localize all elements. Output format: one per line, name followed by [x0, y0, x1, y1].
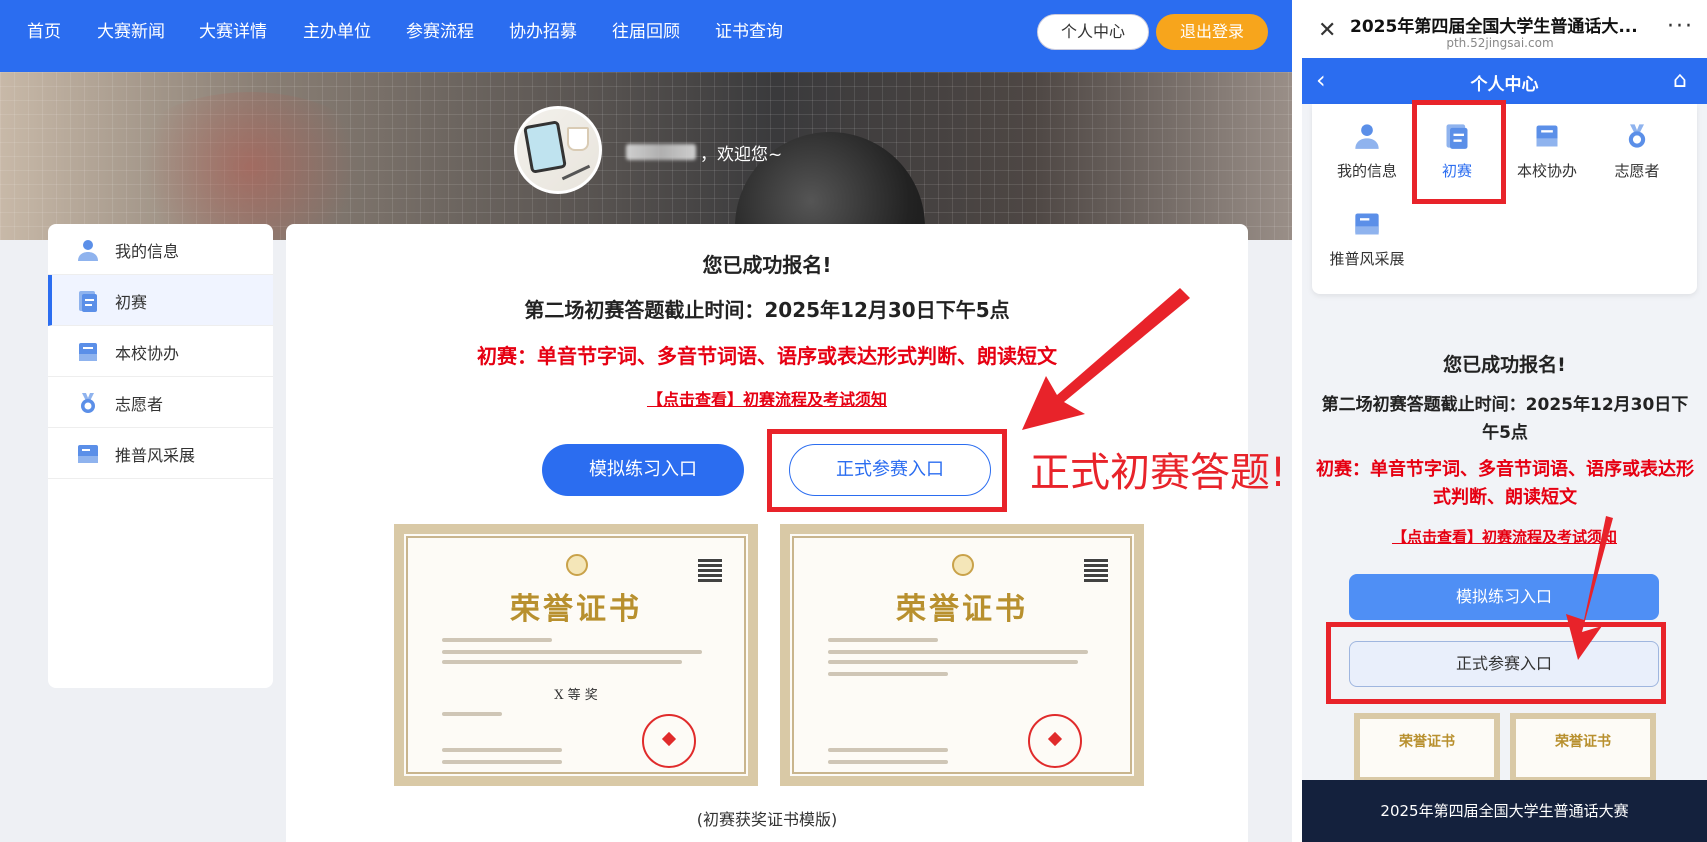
medal-icon	[81, 393, 95, 413]
certificate-sample: 荣誉证书	[780, 524, 1144, 786]
document-icon	[79, 291, 97, 312]
qr-code	[698, 558, 722, 582]
sidebar: 我的信息 初赛 本校协办 志愿者 推普风采展	[48, 224, 273, 688]
emblem-icon	[952, 554, 974, 576]
sidebar-item-cooperation[interactable]: 本校协办	[48, 326, 273, 377]
mobile-certificate-sample: 荣誉证书	[1510, 713, 1656, 783]
nav-details[interactable]: 大赛详情	[199, 0, 267, 64]
close-icon[interactable]: ✕	[1318, 18, 1336, 43]
practice-entry-button[interactable]: 模拟练习入口	[542, 444, 744, 496]
certificate-title: 荣誉证书	[1555, 734, 1611, 750]
certificate-caption: (初赛获奖证书模版)	[696, 810, 838, 829]
mobile-menu-label: 本校协办	[1516, 162, 1577, 180]
page-url: pth.52jingsai.com	[1446, 36, 1554, 50]
more-icon[interactable]: ···	[1667, 14, 1694, 39]
showcase-icon	[1355, 213, 1379, 235]
mobile-menu-label: 我的信息	[1336, 162, 1397, 180]
mobile-practice-entry-button[interactable]: 模拟练习入口	[1349, 574, 1659, 620]
sidebar-item-label: 我的信息	[115, 242, 180, 261]
annotation-highlight-box	[1412, 100, 1506, 204]
logout-button[interactable]: 退出登录	[1156, 14, 1268, 50]
personal-center-button[interactable]: 个人中心	[1037, 14, 1149, 50]
mobile-registration-success-text: 您已成功报名!	[1443, 354, 1566, 376]
sidebar-item-label: 推普风采展	[115, 446, 196, 465]
certificate-title: 荣誉证书	[896, 592, 1028, 627]
mobile-header-title: 个人中心	[1470, 75, 1539, 95]
mobile-certificate-sample: 荣誉证书	[1354, 713, 1500, 783]
annotation-text: 正式初赛答题!	[1030, 450, 1287, 496]
main-content: 您已成功报名! 第二场初赛答题截止时间：2025年12月30日下午5点 初赛：单…	[286, 224, 1248, 842]
sidebar-item-label: 初赛	[115, 293, 148, 312]
sidebar-item-label: 本校协办	[115, 344, 180, 363]
banner-decoration	[120, 92, 380, 240]
sidebar-item-label: 志愿者	[115, 395, 164, 414]
welcome-text: ，欢迎您~	[700, 145, 783, 165]
annotation-highlight-box	[1326, 622, 1666, 704]
mobile-header: ‹ 个人中心 ⌂	[1302, 58, 1707, 104]
qr-code	[1084, 558, 1108, 582]
nav-review[interactable]: 往届回顾	[612, 0, 680, 64]
nav-organizers[interactable]: 主办单位	[303, 0, 371, 64]
top-navigation: 首页 大赛新闻 大赛详情 主办单位 参赛流程 协办招募 往届回顾 证书查询 个人…	[0, 0, 1292, 72]
home-icon[interactable]: ⌂	[1673, 68, 1687, 93]
mobile-deadline-text: 第二场初赛答题截止时间：2025年12月30日下午5点	[1321, 395, 1689, 443]
medal-icon	[1628, 124, 1646, 148]
showcase-icon	[78, 445, 98, 463]
nav-process[interactable]: 参赛流程	[406, 0, 474, 64]
mobile-menu-label: 推普风采展	[1329, 250, 1405, 268]
username-blurred	[626, 144, 696, 160]
avatar	[514, 106, 602, 194]
registration-success-text: 您已成功报名!	[702, 253, 832, 277]
nav-home[interactable]: 首页	[27, 0, 61, 64]
process-guide-link[interactable]: 【点击查看】初赛流程及考试须知	[286, 386, 1248, 410]
mobile-menu-label: 志愿者	[1614, 162, 1660, 180]
certificate-sample: 荣誉证书 X 等 奖	[394, 524, 758, 786]
page-title: 2025年第四届全国大学生普通话大...	[1350, 17, 1638, 37]
user-icon	[1355, 124, 1379, 149]
sidebar-item-volunteer[interactable]: 志愿者	[48, 377, 273, 428]
mobile-footer: 2025年第四届全国大学生普通话大赛	[1302, 780, 1707, 842]
annotation-highlight-box	[767, 429, 1007, 512]
sidebar-item-my-info[interactable]: 我的信息	[48, 224, 273, 275]
mobile-menu-my-info[interactable]: 我的信息	[1322, 104, 1412, 184]
deadline-text: 第二场初赛答题截止时间：2025年12月30日下午5点	[524, 298, 1010, 322]
mobile-process-guide-link[interactable]: 【点击查看】初赛流程及考试须知	[1302, 526, 1707, 547]
user-icon	[78, 240, 98, 261]
certificate-award: X 等 奖	[554, 688, 598, 703]
preliminary-content-text: 初赛：单音节字词、多音节词语、语序或表达形式判断、朗读短文	[477, 344, 1057, 368]
official-stamp	[642, 714, 696, 768]
nav-certificate-query[interactable]: 证书查询	[715, 0, 783, 64]
desktop-view: 首页 大赛新闻 大赛详情 主办单位 参赛流程 协办招募 往届回顾 证书查询 个人…	[0, 0, 1292, 842]
nav-recruitment[interactable]: 协办招募	[509, 0, 577, 64]
certificate-title: 荣誉证书	[510, 592, 642, 627]
nav-news[interactable]: 大赛新闻	[97, 0, 165, 64]
mobile-menu-showcase[interactable]: 推普风采展	[1322, 192, 1412, 272]
cooperation-icon	[1536, 125, 1558, 147]
mobile-preliminary-content-text: 初赛：单音节字词、多音节词语、语序或表达形式判断、朗读短文	[1316, 459, 1694, 508]
sidebar-item-preliminary[interactable]: 初赛	[48, 275, 273, 326]
sidebar-item-showcase[interactable]: 推普风采展	[48, 428, 273, 479]
certificate-title: 荣誉证书	[1399, 734, 1455, 750]
mobile-menu-cooperation[interactable]: 本校协办	[1502, 104, 1592, 184]
emblem-icon	[566, 554, 588, 576]
mobile-menu-volunteer[interactable]: 志愿者	[1592, 104, 1682, 184]
cooperation-icon	[79, 343, 97, 361]
official-stamp	[1028, 714, 1082, 768]
browser-topbar: ✕ 2025年第四届全国大学生普通话大... pth.52jingsai.com…	[1302, 0, 1707, 58]
